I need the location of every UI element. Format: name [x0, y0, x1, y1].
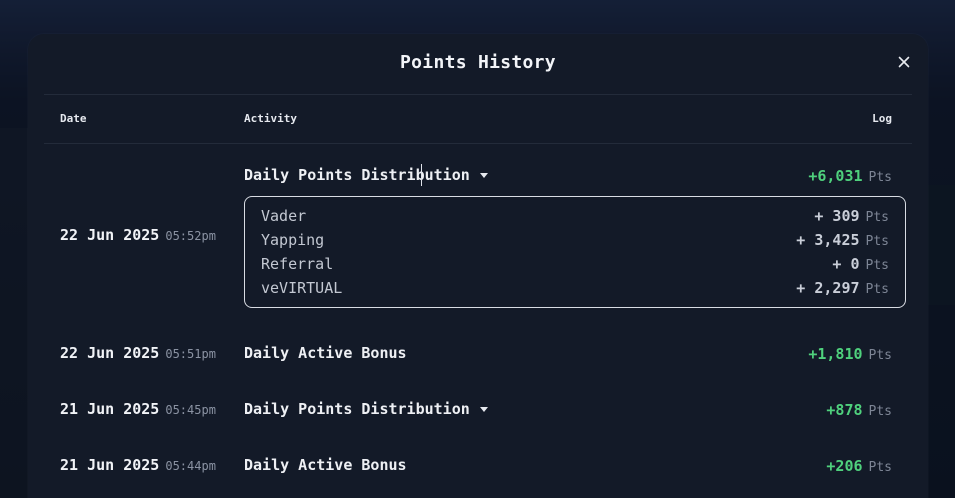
row-activity: Daily Active Bonus	[244, 344, 407, 362]
breakdown-item-value: + 3,425 Pts	[796, 231, 889, 249]
row-activity-label: Daily Active Bonus	[244, 344, 407, 362]
breakdown-item: Referral + 0 Pts	[261, 255, 889, 275]
row-date-value: 22 Jun 2025	[60, 226, 160, 244]
close-button[interactable]	[896, 54, 912, 70]
row-activity-label: Daily Points Distribution	[244, 400, 470, 418]
pts-unit: Pts	[865, 234, 889, 249]
pts-unit: Pts	[868, 170, 892, 185]
row-activity-toggle[interactable]: Daily Points Distribution	[244, 166, 488, 184]
column-header-activity: Activity	[244, 112, 297, 125]
modal-title: Points History	[400, 52, 556, 73]
row-log: +206 Pts	[826, 456, 892, 475]
pts-unit: Pts	[865, 210, 889, 225]
row-activity: Daily Active Bonus	[244, 456, 407, 474]
row-log: +6,031 Pts	[808, 166, 892, 185]
pts-unit: Pts	[865, 282, 889, 297]
row-date: 21 Jun 2025 05:45pm	[60, 400, 216, 418]
pts-unit: Pts	[868, 460, 892, 475]
caret-down-icon[interactable]	[479, 406, 488, 412]
row-time: 05:52pm	[165, 229, 216, 243]
row-date: 22 Jun 2025 05:52pm	[60, 226, 216, 244]
row-activity-label: Daily Active Bonus	[244, 456, 407, 474]
breakdown-item-value: + 309 Pts	[814, 207, 889, 225]
row-date-value: 22 Jun 2025	[60, 344, 160, 362]
pts-unit: Pts	[868, 348, 892, 363]
row-activity-toggle[interactable]: Daily Points Distribution	[244, 400, 488, 418]
header-divider	[44, 94, 912, 95]
breakdown-item-name: Referral	[261, 255, 334, 273]
row-date-value: 21 Jun 2025	[60, 400, 160, 418]
row-log: +1,810 Pts	[808, 344, 892, 363]
breakdown-item: Vader + 309 Pts	[261, 207, 889, 227]
breakdown-item-name: Vader	[261, 207, 307, 225]
close-icon	[898, 56, 910, 68]
pts-unit: Pts	[865, 258, 889, 273]
row-log-value: +1,810	[808, 345, 863, 363]
row-date: 21 Jun 2025 05:44pm	[60, 456, 216, 474]
row-activity-label: Daily Points Distribution	[244, 166, 470, 184]
points-history-modal: Points History Date Activity Log 22 Jun …	[28, 34, 928, 498]
row-time: 05:45pm	[165, 403, 216, 417]
column-header-date: Date	[60, 112, 87, 125]
breakdown-item-value: + 2,297 Pts	[796, 279, 889, 297]
breakdown-item: veVIRTUAL + 2,297 Pts	[261, 279, 889, 299]
breakdown-item: Yapping + 3,425 Pts	[261, 231, 889, 251]
row-date-value: 21 Jun 2025	[60, 456, 160, 474]
breakdown-item-name: veVIRTUAL	[261, 279, 343, 297]
breakdown-item-value: + 0 Pts	[832, 255, 889, 273]
column-header-log: Log	[872, 112, 892, 125]
text-cursor	[421, 164, 422, 186]
row-log: +878 Pts	[826, 400, 892, 419]
breakdown-item-name: Yapping	[261, 231, 325, 249]
pts-unit: Pts	[868, 404, 892, 419]
row-time: 05:44pm	[165, 459, 216, 473]
row-date: 22 Jun 2025 05:51pm	[60, 344, 216, 362]
row-time: 05:51pm	[165, 347, 216, 361]
row-log-value: +878	[826, 401, 863, 419]
points-breakdown-panel: Vader + 309 Pts Yapping + 3,425 Pts Referr…	[244, 196, 906, 308]
column-header-divider	[44, 143, 912, 144]
row-log-value: +206	[826, 457, 863, 475]
row-log-value: +6,031	[808, 167, 863, 185]
caret-down-icon[interactable]	[479, 172, 488, 178]
